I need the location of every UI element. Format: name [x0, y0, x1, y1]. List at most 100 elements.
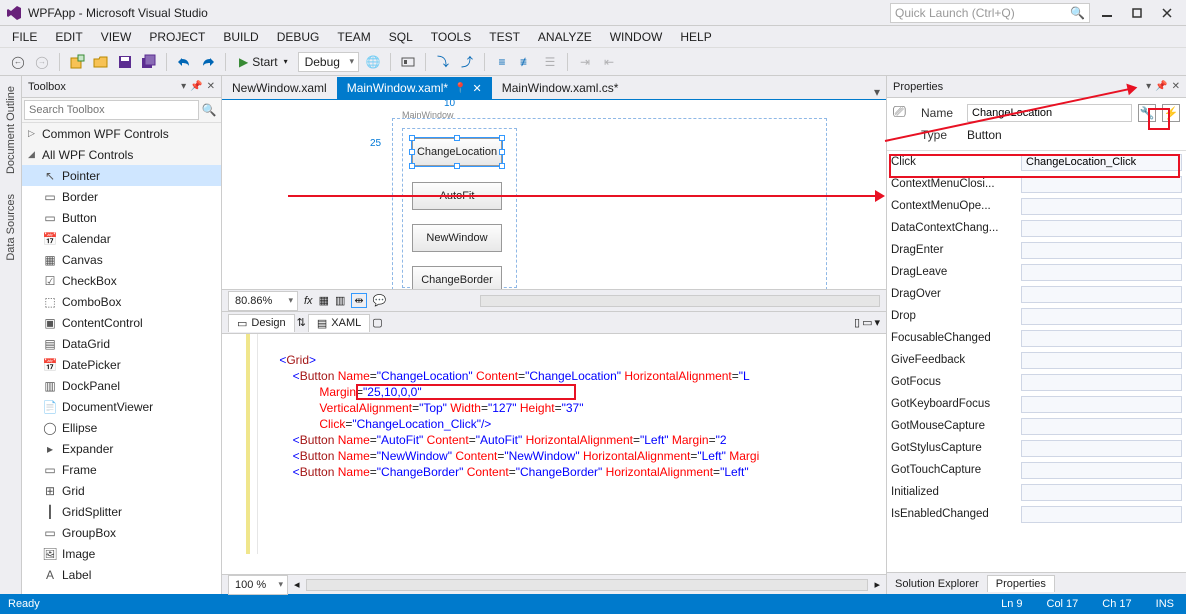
swap-icon[interactable]: ⇅: [297, 316, 306, 329]
menu-analyze[interactable]: ANALYZE: [530, 28, 600, 46]
save-button[interactable]: [115, 52, 135, 72]
event-handler-input[interactable]: [1021, 330, 1182, 347]
event-handler-input[interactable]: [1021, 352, 1182, 369]
tab-data-sources[interactable]: Data Sources: [3, 188, 19, 267]
scroll-left-icon[interactable]: ◂: [294, 578, 300, 591]
nav-back-button[interactable]: ◯←: [8, 52, 28, 72]
tab-properties[interactable]: Properties: [987, 575, 1055, 592]
event-handler-input[interactable]: [1021, 506, 1182, 523]
menu-sql[interactable]: SQL: [381, 28, 421, 46]
snaplines-icon[interactable]: ⇹: [351, 293, 366, 308]
h-scrollbar[interactable]: [480, 295, 880, 307]
toolbox-item-groupbox[interactable]: ▭GroupBox: [22, 522, 221, 543]
tab-xaml[interactable]: ▤XAML: [308, 314, 370, 332]
toolbox-item-button[interactable]: ▭Button: [22, 207, 221, 228]
h-scrollbar[interactable]: [306, 579, 869, 591]
design-button-changelocation[interactable]: ChangeLocation: [412, 138, 502, 166]
quick-launch-input[interactable]: Quick Launch (Ctrl+Q) 🔍: [890, 3, 1090, 23]
toolbox-item-canvas[interactable]: ▦Canvas: [22, 249, 221, 270]
toolbox-category[interactable]: ◢All WPF Controls: [22, 144, 221, 165]
toolbox-category[interactable]: ▷Common WPF Controls: [22, 123, 221, 144]
toolbox-item-pointer[interactable]: ↖Pointer: [22, 165, 221, 186]
toolbox-item-expander[interactable]: ▸Expander: [22, 438, 221, 459]
comment-button[interactable]: ≡: [492, 52, 512, 72]
step-into-button[interactable]: ⤵: [433, 52, 453, 72]
split-v-icon[interactable]: ▯: [854, 316, 860, 329]
event-handler-input[interactable]: [1021, 264, 1182, 281]
menu-build[interactable]: BUILD: [215, 28, 266, 46]
indent-button[interactable]: ⇥: [575, 52, 595, 72]
start-debug-button[interactable]: ▶Start▾: [233, 52, 294, 72]
close-icon[interactable]: ✕: [207, 81, 215, 92]
code-zoom-combo[interactable]: 100 %: [228, 575, 288, 595]
uncomment-button[interactable]: ≢: [516, 52, 536, 72]
popout-icon[interactable]: ▢: [372, 316, 382, 329]
design-button-changeborder[interactable]: ChangeBorder: [412, 266, 502, 290]
zoom-combo[interactable]: 80.86%: [228, 291, 298, 311]
close-icon[interactable]: ✕: [473, 82, 482, 95]
scroll-right-icon[interactable]: ▸: [874, 578, 880, 591]
split-h-icon[interactable]: ▭: [862, 316, 872, 329]
event-handler-input[interactable]: [1021, 176, 1182, 193]
tab-solution-explorer[interactable]: Solution Explorer: [887, 576, 987, 592]
save-all-button[interactable]: [139, 52, 159, 72]
collapse-icon[interactable]: ▾: [874, 316, 880, 329]
toolbox-item-frame[interactable]: ▭Frame: [22, 459, 221, 480]
browser-button[interactable]: 🌐: [363, 52, 383, 72]
minimize-button[interactable]: [1094, 3, 1120, 23]
tab-design[interactable]: ▭Design: [228, 314, 295, 332]
menu-team[interactable]: TEAM: [329, 28, 378, 46]
toolbox-item-combobox[interactable]: ⬚ComboBox: [22, 291, 221, 312]
event-handler-input[interactable]: [1021, 462, 1182, 479]
design-window[interactable]: MainWindow ChangeLocation AutoFit NewWin…: [392, 110, 827, 290]
doc-tabs-dropdown-icon[interactable]: ▾: [868, 85, 886, 99]
toolbox-item-grid[interactable]: ⊞Grid: [22, 480, 221, 501]
menu-project[interactable]: PROJECT: [141, 28, 213, 46]
menu-edit[interactable]: EDIT: [47, 28, 90, 46]
toolbox-item-checkbox[interactable]: ☑CheckBox: [22, 270, 221, 291]
menu-window[interactable]: WINDOW: [602, 28, 671, 46]
undo-button[interactable]: [174, 52, 194, 72]
toolbox-item-dockpanel[interactable]: ▥DockPanel: [22, 375, 221, 396]
config-combo[interactable]: Debug: [298, 52, 359, 72]
toolbox-item-gridsplitter[interactable]: ┃GridSplitter: [22, 501, 221, 522]
nav-forward-button[interactable]: ◯→: [32, 52, 52, 72]
toolbox-item-datepicker[interactable]: 📅DatePicker: [22, 354, 221, 375]
pin-icon[interactable]: 📌: [190, 81, 202, 92]
dropdown-icon[interactable]: ▾: [181, 81, 186, 92]
process-button[interactable]: [398, 52, 418, 72]
menu-tools[interactable]: TOOLS: [423, 28, 479, 46]
open-file-button[interactable]: [91, 52, 111, 72]
pin-icon[interactable]: 📌: [1155, 81, 1167, 92]
toolbox-item-label[interactable]: ALabel: [22, 564, 221, 585]
toolbox-item-border[interactable]: ▭Border: [22, 186, 221, 207]
event-handler-input[interactable]: [1021, 242, 1182, 259]
bookmark-button[interactable]: ☰: [540, 52, 560, 72]
event-handler-input[interactable]: [1021, 220, 1182, 237]
close-icon[interactable]: ✕: [1172, 81, 1180, 92]
doc-tab[interactable]: MainWindow.xaml*📍✕: [337, 77, 492, 99]
toolbox-item-documentviewer[interactable]: 📄DocumentViewer: [22, 396, 221, 417]
effects-icon[interactable]: 💬: [373, 294, 387, 307]
dropdown-icon[interactable]: ▾: [1146, 81, 1151, 92]
doc-tab[interactable]: NewWindow.xaml: [222, 77, 337, 99]
menu-debug[interactable]: DEBUG: [269, 28, 328, 46]
step-over-button[interactable]: ⤴: [457, 52, 477, 72]
event-handler-input[interactable]: [1021, 198, 1182, 215]
toolbox-item-contentcontrol[interactable]: ▣ContentControl: [22, 312, 221, 333]
event-handler-input[interactable]: [1021, 418, 1182, 435]
tab-document-outline[interactable]: Document Outline: [3, 80, 19, 180]
design-button-newwindow[interactable]: NewWindow: [412, 224, 502, 252]
event-handler-input[interactable]: [1021, 308, 1182, 325]
doc-tab[interactable]: MainWindow.xaml.cs*: [492, 77, 629, 99]
toolbox-item-ellipse[interactable]: ◯Ellipse: [22, 417, 221, 438]
menu-help[interactable]: HELP: [672, 28, 719, 46]
xaml-editor[interactable]: <Grid> <Button Name="ChangeLocation" Con…: [222, 334, 886, 574]
maximize-button[interactable]: [1124, 3, 1150, 23]
pin-icon[interactable]: 📍: [454, 83, 466, 94]
snap-icon[interactable]: ▥: [335, 294, 345, 307]
event-handler-input[interactable]: [1021, 286, 1182, 303]
event-handler-input[interactable]: [1021, 374, 1182, 391]
new-project-button[interactable]: [67, 52, 87, 72]
redo-button[interactable]: [198, 52, 218, 72]
